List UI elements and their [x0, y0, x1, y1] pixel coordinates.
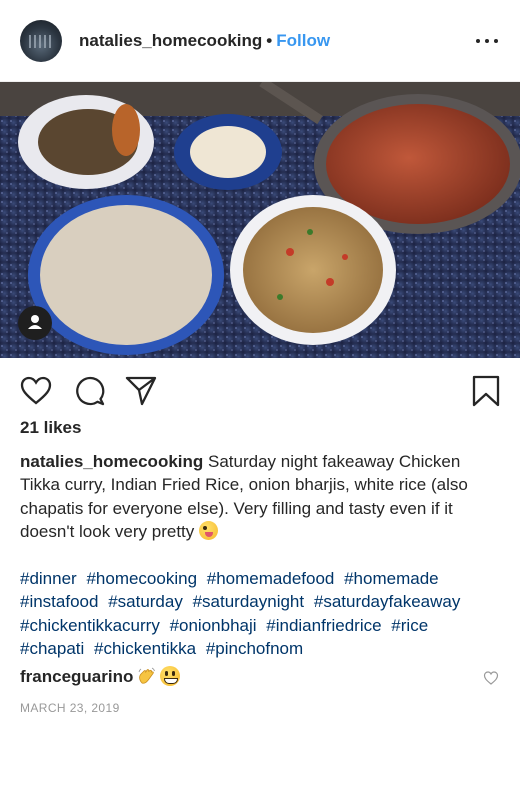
- bookmark-icon[interactable]: [469, 374, 503, 408]
- hashtag-link[interactable]: #chapati: [20, 639, 84, 658]
- hashtag-link[interactable]: #chickentikka: [94, 639, 196, 658]
- hashtag-link[interactable]: #saturday: [108, 592, 183, 611]
- post-photo[interactable]: [0, 82, 520, 358]
- post-header: natalies_homecooking • Follow: [0, 0, 520, 82]
- hashtag-link[interactable]: #instafood: [20, 592, 98, 611]
- likes-count[interactable]: 21 likes: [20, 417, 81, 439]
- comment-icon[interactable]: [73, 374, 107, 408]
- hashtag-link[interactable]: #chickentikkacurry: [20, 616, 160, 635]
- grinning-face-emoji-icon: [160, 666, 181, 686]
- more-options-icon[interactable]: [476, 34, 498, 48]
- hashtag-link[interactable]: #homecooking: [86, 569, 197, 588]
- hashtag-link[interactable]: #homemadefood: [207, 569, 335, 588]
- hashtag-list: #dinner #homecooking #homemadefood #home…: [20, 567, 500, 660]
- hashtag-link[interactable]: #rice: [391, 616, 428, 635]
- hashtag-link[interactable]: #homemade: [344, 569, 439, 588]
- header-text: natalies_homecooking • Follow: [79, 31, 330, 51]
- post-date[interactable]: MARCH 23, 2019: [20, 700, 120, 716]
- separator-dot: •: [266, 31, 273, 50]
- username-link[interactable]: natalies_homecooking: [79, 31, 262, 50]
- zany-face-emoji-icon: [199, 520, 219, 540]
- caption-username[interactable]: natalies_homecooking: [20, 452, 203, 471]
- avatar-icon[interactable]: [20, 20, 62, 62]
- instagram-post: natalies_homecooking • Follow 21 likes n…: [0, 0, 520, 788]
- user-tag-icon[interactable]: [18, 306, 52, 340]
- comment-username[interactable]: franceguarino: [20, 667, 133, 686]
- comment: franceguarino: [20, 666, 460, 688]
- hashtag-link[interactable]: #onionbhaji: [170, 616, 257, 635]
- hashtag-link[interactable]: #saturdaynight: [193, 592, 305, 611]
- food-photo: [0, 82, 520, 358]
- waving-hand-emoji-icon: [137, 666, 157, 686]
- heart-icon[interactable]: [19, 374, 53, 408]
- follow-button[interactable]: Follow: [276, 31, 330, 50]
- hashtag-link[interactable]: #saturdayfakeaway: [314, 592, 460, 611]
- post-caption: natalies_homecooking Saturday night fake…: [20, 450, 500, 543]
- hashtag-link[interactable]: #dinner: [20, 569, 77, 588]
- hashtag-link[interactable]: #pinchofnom: [206, 639, 303, 658]
- share-icon[interactable]: [124, 374, 158, 408]
- hashtag-link[interactable]: #indianfriedrice: [266, 616, 381, 635]
- action-bar: [0, 358, 520, 416]
- comment-heart-icon[interactable]: [483, 670, 499, 686]
